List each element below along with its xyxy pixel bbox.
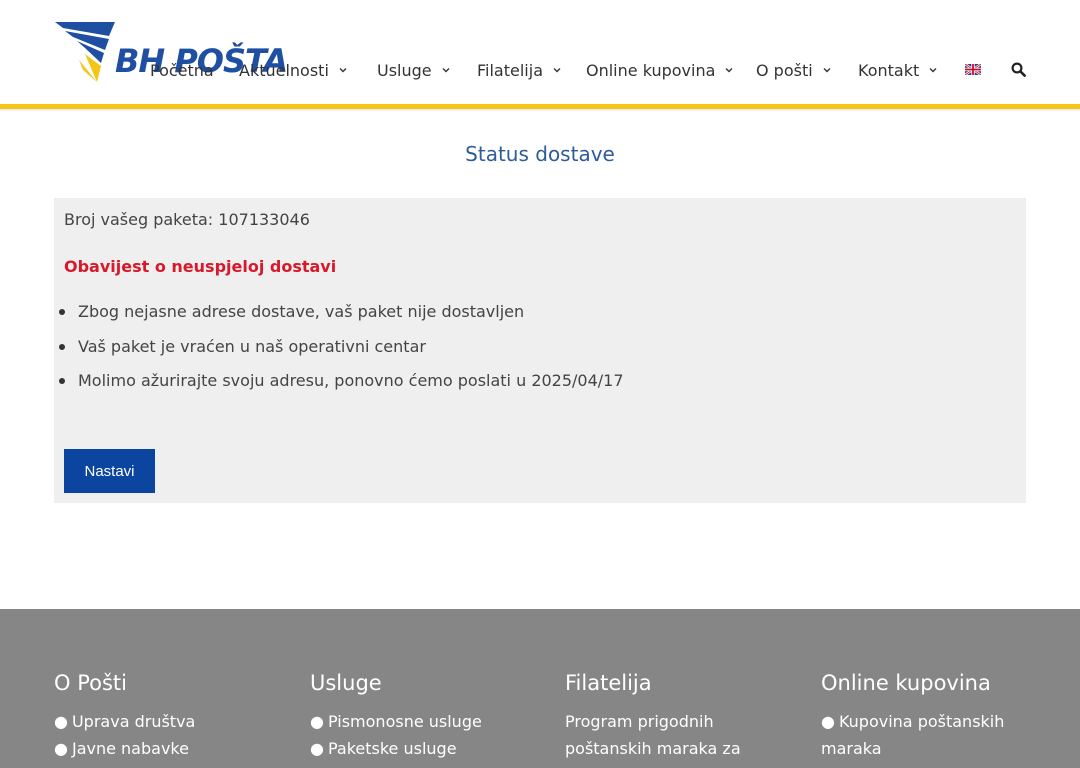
footer-heading: Filatelija [565,671,652,695]
bullet-icon: ● [310,712,324,731]
nav-item-label: Filatelija [477,60,543,80]
failed-delivery-notice: Obavijest o neuspjeloj dostavi [64,257,337,276]
nav-item-label: Aktuelnosti [239,60,329,80]
footer-column-usluge: Usluge ● Pismonosne usluge ● Paketske uslu… [310,671,550,762]
continue-button[interactable]: Nastavi [64,449,155,493]
footer-link-javne-nabavke[interactable]: ● Javne nabavke [54,735,294,762]
footer-link-label: Uprava društva [71,712,196,731]
footer-links: ● Pismonosne usluge ● Paketske usluge [310,708,550,762]
page-title: Status dostave [465,142,615,166]
footer-link-label: Kupovina poštanskih maraka [821,712,1005,758]
footer-heading: O Pošti [54,671,127,695]
bullet-icon: ● [310,739,324,758]
nav-item-aktuelnosti[interactable]: Aktuelnosti [239,58,348,82]
bullet-icon [59,309,65,315]
status-message: Zbog nejasne adrese dostave, vaš paket n… [78,302,525,321]
nav-item-label: Usluge [377,60,432,80]
nav-item-label: Početna [150,60,214,80]
nav-item-pocetna[interactable]: Početna [150,58,214,82]
footer-links: ● Uprava društva ● Javne nabavke [54,708,294,762]
site-footer: O Pošti ● Uprava društva ● Javne nabavke U… [0,609,1080,768]
package-number: Broj vašeg paketa: 107133046 [64,210,310,229]
nav-item-label: Kontakt [858,60,920,80]
chevron-down-icon [339,68,347,73]
bullet-icon: ● [821,712,835,731]
bullet-icon: ● [54,739,68,758]
footer-column-filatelija: Filatelija Program prigodnih poštanskih … [565,671,775,768]
bullet-icon: ● [54,712,68,731]
header-shadow [0,109,1080,112]
nav-item-label: Online kupovina [586,60,716,80]
footer-link-label: Pismonosne usluge [327,712,482,731]
search-icon[interactable] [1011,62,1026,77]
status-message: Vaš paket je vraćen u naš operativni cen… [78,336,426,356]
footer-link-kupovina-maraka[interactable]: ● Kupovina poštanskih maraka [821,708,1021,762]
bullet-icon [59,378,65,384]
uk-flag-icon[interactable] [965,64,981,75]
status-messages: Zbog nejasne adrese dostave, vaš paket n… [59,302,624,406]
footer-heading: Online kupovina [821,671,991,695]
delivery-status-panel: Broj vašeg paketa: 107133046 Obavijest o… [54,198,1026,503]
footer-link-label: Paketske usluge [327,739,457,758]
status-message: Molimo ažurirajte svoju adresu, ponovno … [78,371,624,390]
footer-link-paketske-usluge[interactable]: ● Paketske usluge [310,735,550,762]
footer-heading: Usluge [310,671,382,695]
footer-link-label: Javne nabavke [71,739,189,758]
list-item: Zbog nejasne adrese dostave, vaš paket n… [59,302,624,337]
nav-item-usluge[interactable]: Usluge [377,58,451,82]
nav-item-kontakt[interactable]: Kontakt [858,58,938,82]
footer-link-stamp-program[interactable]: Program prigodnih poštanskih maraka za 2… [565,708,775,768]
footer-links: ● Kupovina poštanskih maraka [821,708,1021,762]
nav-item-online-kupovina[interactable]: Online kupovina [586,58,734,82]
footer-column-o-posti: O Pošti ● Uprava društva ● Javne nabavke [54,671,294,762]
chevron-down-icon [725,68,733,73]
footer-link-pismonosne-usluge[interactable]: ● Pismonosne usluge [310,708,550,735]
chevron-down-icon [553,68,561,73]
list-item: Vaš paket je vraćen u naš operativni cen… [59,336,624,372]
nav-item-filatelija[interactable]: Filatelija [477,58,562,82]
list-item: Molimo ažurirajte svoju adresu, ponovno … [59,371,624,406]
chevron-down-icon [929,68,937,73]
chevron-down-icon [823,68,831,73]
footer-link-uprava-drustva[interactable]: ● Uprava društva [54,708,294,735]
nav-item-label: O pošti [756,60,813,80]
footer-column-online-kupovina: Online kupovina ● Kupovina poštanskih mar… [821,671,1021,762]
nav-item-o-posti[interactable]: O pošti [756,58,832,82]
bullet-icon [59,343,65,350]
site-header: BH POŠTA Početna Aktuelnosti Usluge Fila… [0,0,1080,104]
chevron-down-icon [442,68,450,73]
